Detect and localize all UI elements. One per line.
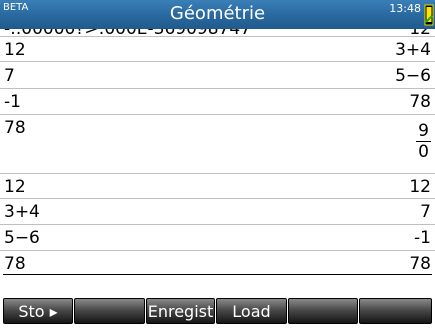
fraction-denominator: 0 (418, 142, 429, 162)
history-input: 12 (4, 40, 26, 60)
history-output: 3+4 (395, 40, 431, 60)
softkey-6[interactable] (359, 298, 432, 324)
softkey-menu: Sto ▸ Enregist Load (0, 298, 435, 326)
save-button[interactable]: Enregist (146, 298, 215, 324)
load-button[interactable]: Load (216, 298, 287, 324)
history-output: 78 (409, 254, 431, 274)
title-bar: BETA Géométrie 13:48 (0, 0, 435, 29)
history-input: 78 (4, 118, 26, 138)
history-row[interactable]: 78 78 (0, 251, 435, 274)
history-row[interactable]: -1 78 (0, 89, 435, 115)
fraction: 9 0 (416, 121, 431, 162)
history-row[interactable]: 12 12 (0, 174, 435, 199)
history-row[interactable]: 78 9 0 (0, 115, 435, 174)
softkey-5[interactable] (288, 298, 358, 324)
entry-line[interactable] (3, 274, 432, 275)
history-row[interactable]: 7 5−6 (0, 63, 435, 89)
history-input: 7 (4, 66, 15, 86)
history-input: 5−6 (4, 228, 40, 248)
history-output: 7 (420, 202, 431, 222)
softkey-2[interactable] (74, 298, 145, 324)
history-output: -1 (414, 228, 431, 248)
clock: 13:48 (389, 2, 421, 15)
history-output: 12 (409, 177, 431, 197)
history-input: 3+4 (4, 202, 40, 222)
history-output-fraction: 9 0 (416, 121, 431, 162)
history-input: 12 (4, 177, 26, 197)
history-row[interactable]: 12 3+4 (0, 37, 435, 62)
history-row[interactable]: 5−6 -1 (0, 225, 435, 251)
history-output: 5−6 (395, 66, 431, 86)
history-row[interactable]: 3+4 7 (0, 199, 435, 225)
app-title: Géométrie (169, 3, 266, 24)
history-input: 78 (4, 254, 26, 274)
history-output: 78 (409, 92, 431, 112)
history-input: -1 (4, 92, 21, 112)
fraction-numerator: 9 (418, 121, 429, 141)
history-list[interactable]: -:.00000?>:000E-369098747 12 12 3+4 7 5−… (0, 29, 435, 274)
sto-button[interactable]: Sto ▸ (3, 298, 73, 324)
history-row-partial[interactable]: -:.00000?>:000E-369098747 12 (0, 29, 435, 39)
battery-icon (424, 4, 434, 26)
